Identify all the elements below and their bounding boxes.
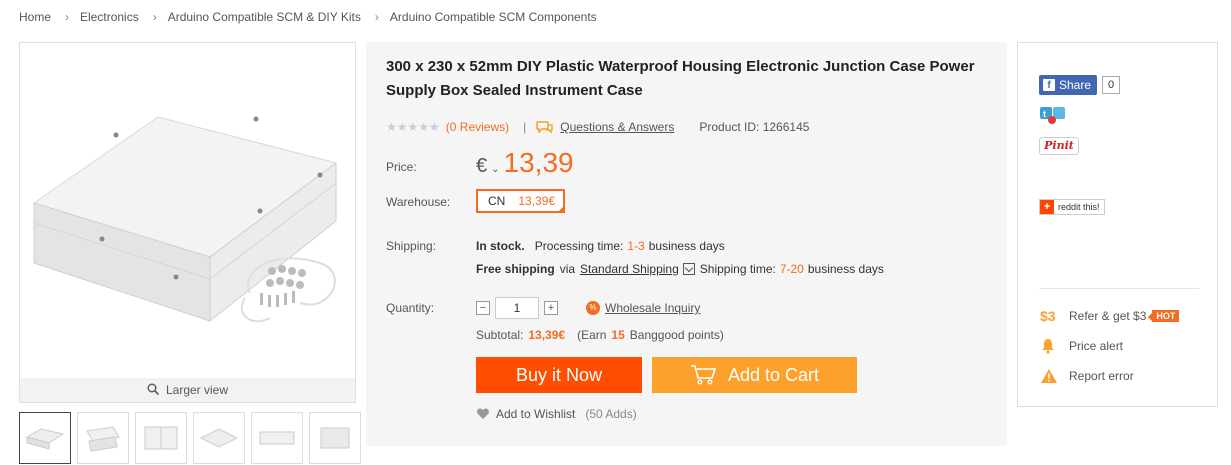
- cart-icon: [690, 364, 718, 386]
- buy-now-button[interactable]: Buy it Now: [476, 357, 642, 393]
- add-to-cart-label: Add to Cart: [727, 364, 820, 385]
- thumbnail-2[interactable]: [77, 412, 129, 464]
- chevron-right-icon: ›: [65, 10, 70, 24]
- product-meta: ★★★★★ (0 Reviews) | Questions & Answers …: [386, 120, 809, 134]
- quantity-increase-button[interactable]: +: [544, 301, 558, 315]
- twitter-icon: t: [1040, 107, 1065, 124]
- price-amount: 13,39: [503, 147, 574, 178]
- subtotal-value: 13,39€: [528, 328, 566, 342]
- chevron-right-icon: ›: [152, 10, 157, 24]
- sidebar-divider: [1039, 288, 1199, 289]
- breadcrumb-arduino-kits[interactable]: Arduino Compatible SCM & DIY Kits: [168, 10, 361, 24]
- reviews-link[interactable]: (0 Reviews): [446, 120, 509, 134]
- earn-points: 15: [611, 328, 625, 342]
- warehouse-code: CN: [488, 194, 506, 208]
- shipping-method-link[interactable]: Standard Shipping: [580, 262, 679, 276]
- selected-check-icon: [557, 205, 565, 213]
- product-photo: [32, 116, 338, 323]
- breadcrumb: Home › Electronics › Arduino Compatible …: [19, 9, 597, 25]
- processing-time-range: 1-3: [627, 239, 645, 253]
- larger-view-button[interactable]: Larger view: [20, 378, 355, 402]
- wishlist-count: (50 Adds): [585, 407, 637, 421]
- warehouse-label: Warehouse:: [386, 195, 451, 209]
- reddit-share-button[interactable]: + reddit this!: [1039, 199, 1105, 215]
- report-error-link[interactable]: Report error: [1040, 368, 1134, 384]
- product-title: 300 x 230 x 52mm DIY Plastic Waterproof …: [386, 58, 975, 99]
- earn-suffix: Banggood points): [629, 328, 724, 342]
- dollar-icon: $3: [1040, 308, 1056, 324]
- add-to-cart-button[interactable]: Add to Cart: [652, 357, 857, 393]
- svg-text:t: t: [1043, 109, 1046, 119]
- breadcrumb-home[interactable]: Home: [19, 10, 51, 24]
- currency-selector[interactable]: €: [476, 155, 487, 178]
- product-info-panel: 300 x 230 x 52mm DIY Plastic Waterproof …: [366, 42, 1007, 446]
- meta-separator: |: [523, 120, 527, 134]
- processing-time-unit: business days: [648, 239, 725, 253]
- hot-badge: HOT: [1148, 310, 1180, 322]
- price-alert-link[interactable]: Price alert: [1040, 338, 1123, 354]
- quantity-input[interactable]: [495, 297, 539, 319]
- larger-view-label: Larger view: [165, 383, 229, 397]
- percent-badge-icon: %: [586, 301, 600, 315]
- reddit-label: reddit this!: [1058, 202, 1100, 212]
- facebook-share-button[interactable]: f Share: [1039, 75, 1098, 95]
- shipping-details: Free shipping via Standard Shipping Ship…: [476, 262, 884, 276]
- share-sidebar: f Share 0 t Pinit + reddit this! $3 Refe…: [1017, 42, 1218, 407]
- questions-answers-link[interactable]: Questions & Answers: [560, 120, 674, 134]
- warehouse-option-cn[interactable]: CN 13,39€: [476, 189, 565, 213]
- shipping-time-unit: business days: [807, 262, 884, 276]
- price-display: € ⌄ 13,39: [476, 147, 574, 179]
- wishlist-label: Add to Wishlist: [496, 407, 576, 421]
- facebook-icon: f: [1043, 79, 1055, 91]
- twitter-share-button[interactable]: t: [1039, 106, 1067, 129]
- shipping-time-range: 7-20: [779, 262, 804, 276]
- shipping-label: Shipping:: [386, 239, 437, 253]
- reddit-plus-icon: +: [1040, 200, 1054, 214]
- price-label: Price:: [386, 160, 417, 174]
- breadcrumb-electronics[interactable]: Electronics: [80, 10, 139, 24]
- warehouse-price: 13,39€: [518, 194, 556, 208]
- heart-icon: [476, 408, 490, 420]
- wholesale-inquiry-link[interactable]: Wholesale Inquiry: [605, 301, 700, 315]
- thumbnail-3[interactable]: [135, 412, 187, 464]
- magnifier-icon: [147, 383, 160, 398]
- free-shipping-text: Free shipping: [476, 262, 555, 276]
- quantity-stepper: − + % Wholesale Inquiry: [476, 297, 700, 319]
- report-error-label: Report error: [1069, 369, 1134, 383]
- facebook-share-count: 0: [1102, 76, 1121, 94]
- subtotal-row: Subtotal: 13,39€ (Earn 15 Banggood point…: [476, 328, 724, 342]
- thumbnail-strip: [19, 412, 361, 464]
- facebook-share-label: Share: [1059, 78, 1092, 92]
- refer-label: Refer & get $3: [1069, 309, 1147, 323]
- via-text: via: [559, 262, 576, 276]
- shipping-method-dropdown-icon[interactable]: [682, 263, 695, 275]
- price-alert-label: Price alert: [1069, 339, 1124, 353]
- pinterest-pin-button[interactable]: Pinit: [1039, 137, 1079, 155]
- warning-icon: [1040, 368, 1062, 384]
- wholesale-inquiry: % Wholesale Inquiry: [586, 301, 700, 315]
- thumbnail-6[interactable]: [309, 412, 361, 464]
- breadcrumb-scm-components[interactable]: Arduino Compatible SCM Components: [390, 10, 597, 24]
- quantity-label: Quantity:: [386, 301, 435, 315]
- thumbnail-1[interactable]: [19, 412, 71, 464]
- subtotal-label: Subtotal:: [476, 328, 524, 342]
- quantity-decrease-button[interactable]: −: [476, 301, 490, 315]
- processing-time-label: Processing time:: [534, 239, 624, 253]
- earn-prefix: (Earn: [577, 328, 607, 342]
- thumbnail-4[interactable]: [193, 412, 245, 464]
- facebook-share: f Share 0: [1039, 75, 1121, 95]
- thumbnail-5[interactable]: [251, 412, 303, 464]
- stock-status: In stock. Processing time: 1-3 business …: [476, 239, 725, 253]
- bell-icon: [1040, 338, 1062, 354]
- product-main-image[interactable]: Larger view: [19, 42, 356, 403]
- rating-stars-icon: ★★★★★: [386, 120, 440, 134]
- in-stock-text: In stock.: [476, 239, 525, 253]
- shipping-time-label: Shipping time:: [699, 262, 776, 276]
- chevron-right-icon: ›: [374, 10, 379, 24]
- refer-link[interactable]: $3 Refer & get $3 HOT: [1040, 308, 1180, 324]
- chat-bubble-icon: [536, 120, 554, 134]
- chevron-down-icon[interactable]: ⌄: [491, 164, 499, 175]
- product-id: Product ID: 1266145: [699, 120, 810, 134]
- add-to-wishlist[interactable]: Add to Wishlist (50 Adds): [476, 407, 637, 421]
